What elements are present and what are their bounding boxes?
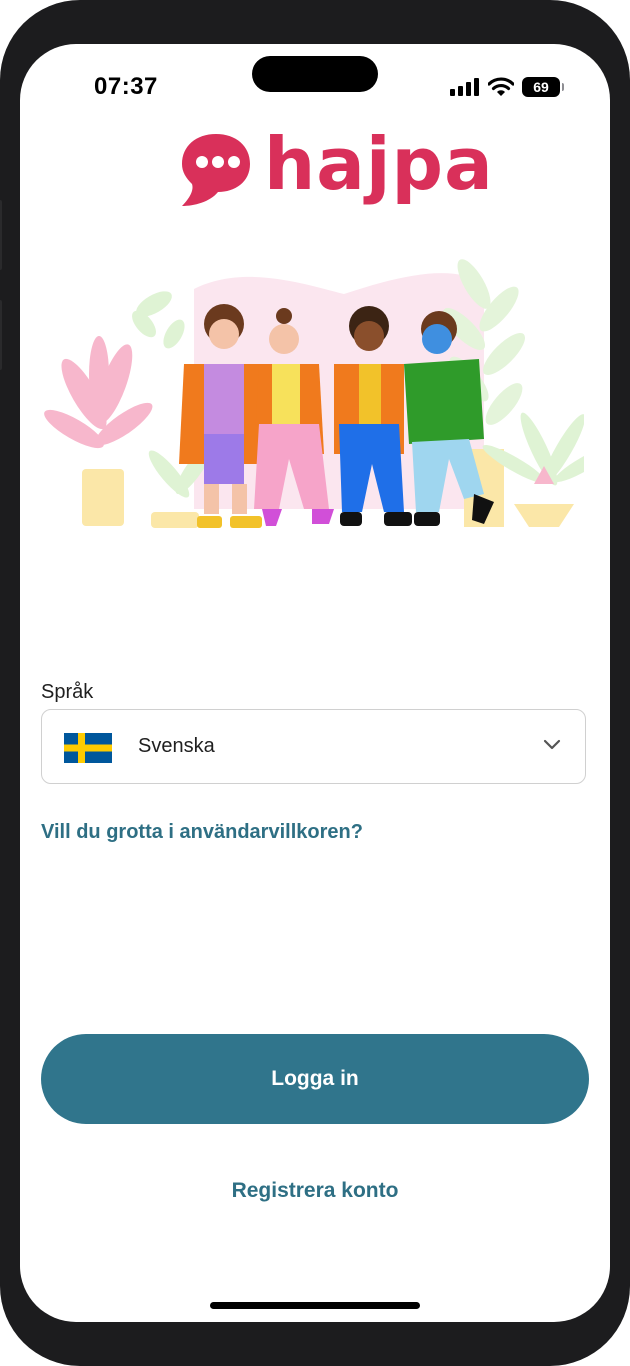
- volume-up-button: [0, 200, 2, 270]
- home-indicator: [210, 1302, 420, 1309]
- register-account-link[interactable]: Registrera konto: [20, 1179, 610, 1203]
- pink-plant: [44, 336, 153, 449]
- battery-icon: 69: [522, 77, 564, 97]
- login-button[interactable]: Logga in: [41, 1034, 589, 1124]
- status-icons: 69: [450, 77, 564, 97]
- wifi-icon: [488, 77, 514, 96]
- chevron-down-icon: [543, 739, 561, 750]
- language-label: Språk: [41, 681, 94, 703]
- device-frame: 07:37 69 hajpa Språk Svenska Vill du gro…: [0, 0, 630, 1366]
- terms-link[interactable]: Vill du grotta i användarvillkoren?: [41, 821, 363, 844]
- dynamic-island: [252, 56, 378, 92]
- language-select[interactable]: Svenska: [41, 709, 586, 784]
- sweden-flag-icon: [64, 733, 112, 763]
- status-time: 07:37: [94, 73, 158, 100]
- language-select-value: Svenska: [138, 735, 215, 757]
- app-screen: 07:37 69 hajpa Språk Svenska Vill du gro…: [20, 44, 610, 1322]
- logo-wordmark: hajpa: [264, 122, 494, 206]
- cellular-signal-icon: [450, 78, 479, 96]
- app-logo: hajpa: [180, 128, 494, 208]
- speech-bubble-logo-icon: [182, 134, 250, 206]
- people-illustration: [44, 259, 584, 528]
- volume-down-button: [0, 300, 2, 370]
